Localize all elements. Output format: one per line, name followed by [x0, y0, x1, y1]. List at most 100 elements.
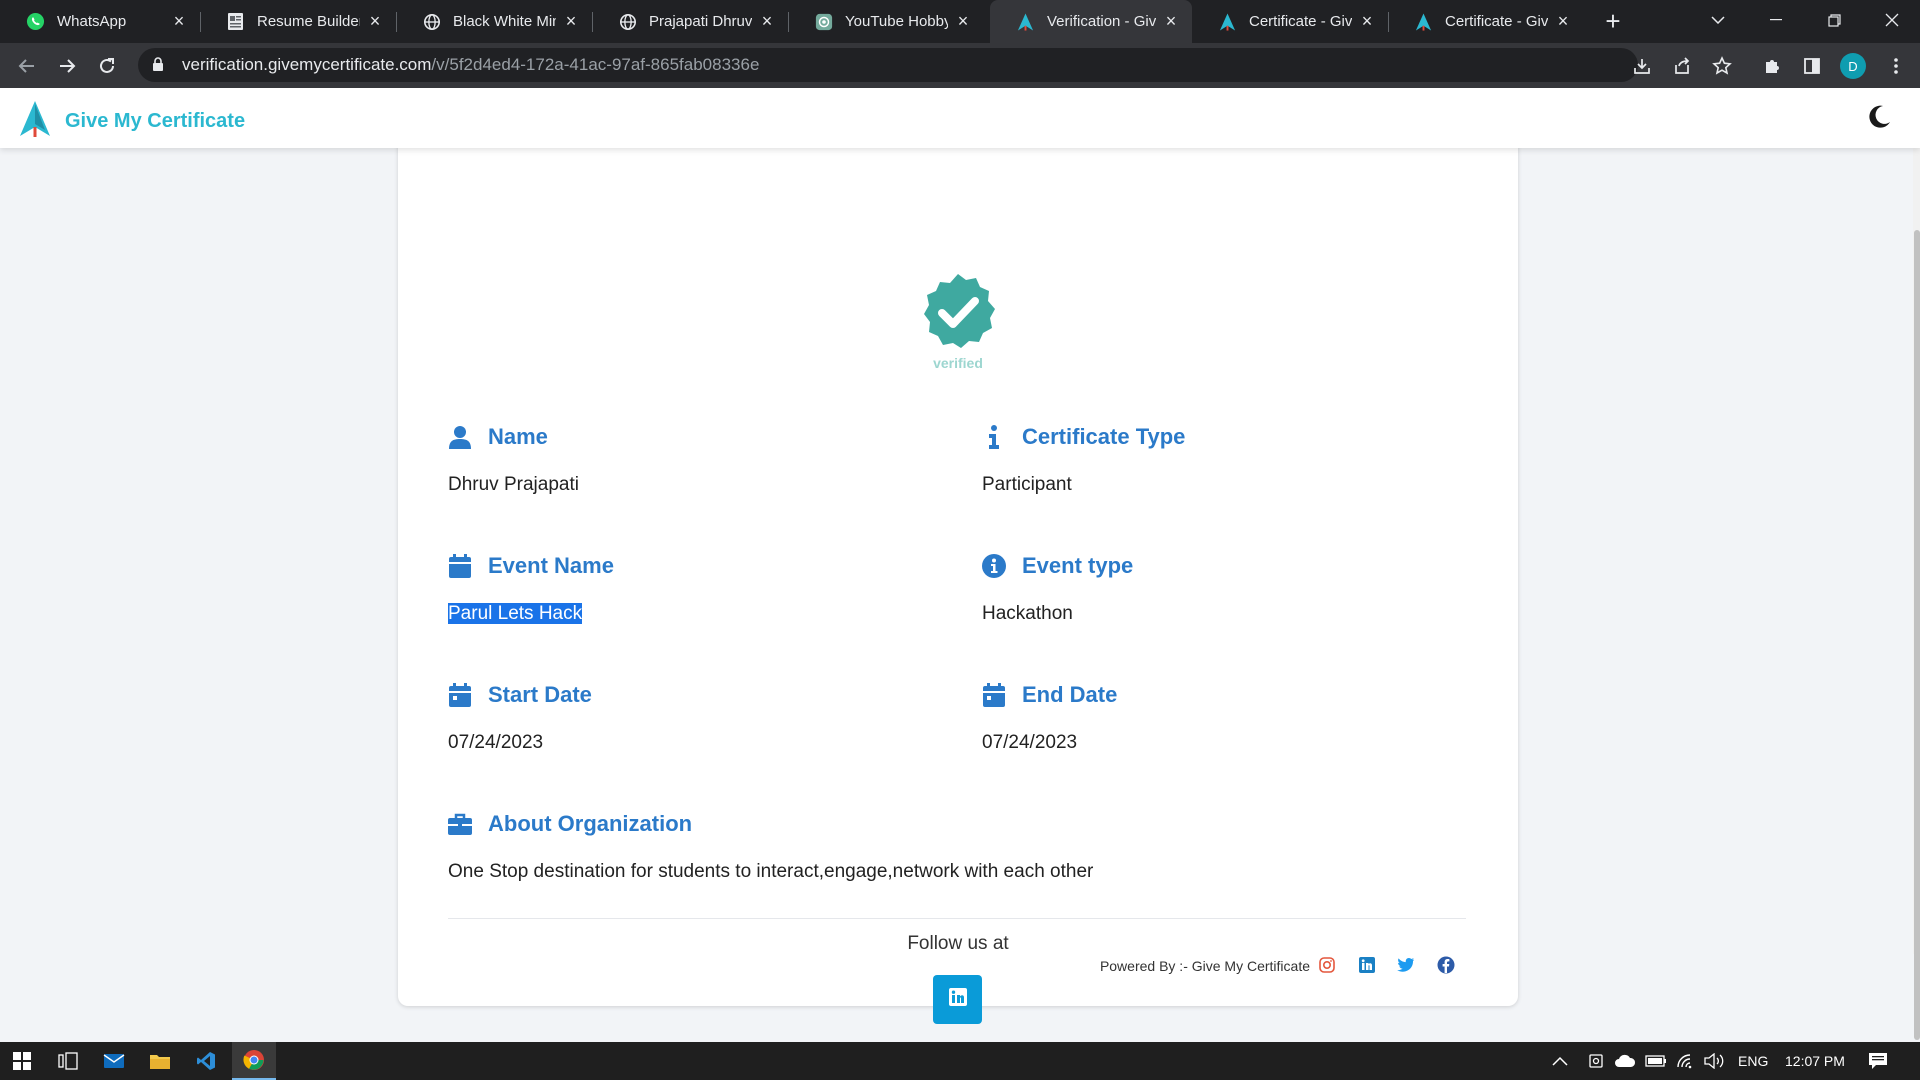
menu-kebab-icon[interactable] [1884, 54, 1908, 78]
mail-app-icon[interactable] [92, 1042, 136, 1080]
forward-button[interactable] [52, 51, 82, 81]
close-icon[interactable]: × [1358, 11, 1376, 31]
event-type-value: Hackathon [982, 603, 1073, 624]
page-scrollbar-thumb[interactable] [1914, 230, 1920, 1040]
file-explorer-icon[interactable] [138, 1042, 182, 1080]
chrome-taskbar-icon[interactable] [232, 1042, 276, 1080]
reload-button[interactable] [92, 51, 122, 81]
field-label-text: End Date [1022, 682, 1118, 707]
volume-icon[interactable] [1704, 1042, 1726, 1080]
linkedin-icon[interactable] [1357, 955, 1377, 975]
whatsapp-icon [26, 12, 45, 31]
divider [448, 918, 1466, 919]
instagram-icon[interactable] [1317, 955, 1337, 975]
page-viewport: Give My Certificate verified Name Dhruv … [0, 88, 1920, 1042]
field-label-text: Event type [1022, 553, 1134, 578]
install-app-icon[interactable] [1630, 54, 1654, 78]
clock-time[interactable]: 12:07 PM [1785, 1042, 1845, 1080]
verified-badge-icon [918, 272, 998, 357]
extensions-puzzle-icon[interactable] [1760, 54, 1784, 78]
gmc-logo-icon [1016, 12, 1035, 31]
tab-title: Resume Builder [257, 13, 360, 30]
tab-title: Certificate - GiveM [1445, 13, 1548, 30]
start-date-value: 07/24/2023 [448, 732, 544, 753]
field-label-text: Certificate Type [1022, 424, 1186, 449]
tab-black-white[interactable]: Black White Minir × [396, 0, 592, 43]
globe-icon [422, 12, 441, 31]
lock-icon [152, 57, 166, 73]
briefcase-icon [448, 812, 472, 836]
tab-title: Verification - Give [1047, 13, 1156, 30]
tray-overflow-chevron-icon[interactable] [1552, 1042, 1568, 1080]
profile-avatar[interactable]: D [1840, 53, 1866, 79]
vscode-icon[interactable] [184, 1042, 228, 1080]
tab-whatsapp[interactable]: WhatsApp × [0, 0, 200, 43]
tab-certificate-1[interactable]: Certificate - GiveM × [1192, 0, 1388, 43]
onedrive-cloud-icon[interactable] [1614, 1042, 1636, 1080]
tab-search-chevron-icon[interactable] [1692, 0, 1744, 40]
chatgpt-icon [814, 12, 833, 31]
calendar-icon [448, 554, 472, 578]
end-date-value: 07/24/2023 [982, 732, 1078, 753]
url-path: /v/5f2d4ed4-172a-41ac-97af-865fab08336e [431, 55, 760, 74]
tab-verification[interactable]: Verification - Give × [990, 0, 1192, 43]
facebook-icon[interactable] [1436, 955, 1456, 975]
notifications-icon[interactable] [1868, 1042, 1888, 1080]
certificate-card: verified Name Dhruv Prajapati Certificat… [398, 118, 1518, 1024]
battery-icon[interactable] [1645, 1042, 1667, 1080]
certificate-type-value: Participant [982, 474, 1072, 495]
restore-button[interactable] [1808, 0, 1860, 40]
close-window-button[interactable] [1866, 0, 1918, 40]
dark-mode-moon-icon[interactable] [1866, 104, 1892, 135]
windows-start-icon[interactable] [0, 1042, 44, 1080]
address-bar[interactable]: verification.givemycertificate.com/v/5f2… [138, 48, 1638, 82]
windows-taskbar: ENG 12:07 PM [0, 1042, 1920, 1080]
close-icon[interactable]: × [954, 11, 972, 31]
tab-resume-builder[interactable]: Resume Builder × [200, 0, 396, 43]
tab-certificate-2[interactable]: Certificate - GiveM × [1388, 0, 1584, 43]
tab-youtube-hobby[interactable]: YouTube Hobby i × [788, 0, 984, 43]
linkedin-icon [948, 988, 967, 1011]
tab-title: WhatsApp [57, 13, 127, 30]
brand-name: Give My Certificate [65, 110, 246, 132]
close-icon[interactable]: × [1162, 11, 1180, 31]
resume-icon [226, 12, 245, 31]
start-date-heading: Start Date [448, 682, 592, 708]
brand-logo-link[interactable]: Give My Certificate [17, 100, 245, 143]
field-label-text: About Organization [488, 811, 693, 836]
user-icon [448, 425, 472, 449]
gmc-logo-icon [1218, 12, 1237, 31]
calendar-days-icon [982, 683, 1006, 707]
twitter-icon[interactable] [1396, 955, 1416, 975]
minimize-button[interactable] [1750, 0, 1802, 40]
globe-icon [618, 12, 637, 31]
tab-title: Black White Minir [453, 13, 556, 30]
event-type-heading: Event type [982, 553, 1133, 579]
task-view-icon[interactable] [46, 1042, 90, 1080]
tab-title: YouTube Hobby i [845, 13, 948, 30]
close-icon[interactable]: × [758, 11, 776, 31]
close-icon[interactable]: × [1554, 11, 1572, 31]
close-icon[interactable]: × [366, 11, 384, 31]
field-label-text: Event Name [488, 553, 614, 578]
bookmark-star-icon[interactable] [1710, 54, 1734, 78]
wifi-icon[interactable] [1676, 1042, 1696, 1080]
event-name-value: Parul Lets Hack [448, 603, 583, 625]
field-label-text: Start Date [488, 682, 592, 707]
end-date-heading: End Date [982, 682, 1117, 708]
back-button[interactable] [12, 51, 42, 81]
share-icon[interactable] [1670, 54, 1694, 78]
language-indicator[interactable]: ENG [1738, 1042, 1768, 1080]
close-icon[interactable]: × [170, 11, 188, 31]
powered-by-text: Powered By :- Give My Certificate [1099, 958, 1310, 974]
certificate-type-heading: Certificate Type [982, 424, 1185, 450]
linkedin-follow-button[interactable] [933, 975, 982, 1024]
meet-now-icon[interactable] [1588, 1042, 1604, 1080]
field-label-text: Name [488, 424, 548, 449]
tab-title: Prajapati Dhruvku [649, 13, 752, 30]
close-icon[interactable]: × [562, 11, 580, 31]
selected-text: Parul Lets Hack [448, 603, 583, 624]
tab-prajapati[interactable]: Prajapati Dhruvku × [592, 0, 788, 43]
side-panel-icon[interactable] [1800, 54, 1824, 78]
new-tab-button[interactable]: + [1598, 6, 1628, 36]
